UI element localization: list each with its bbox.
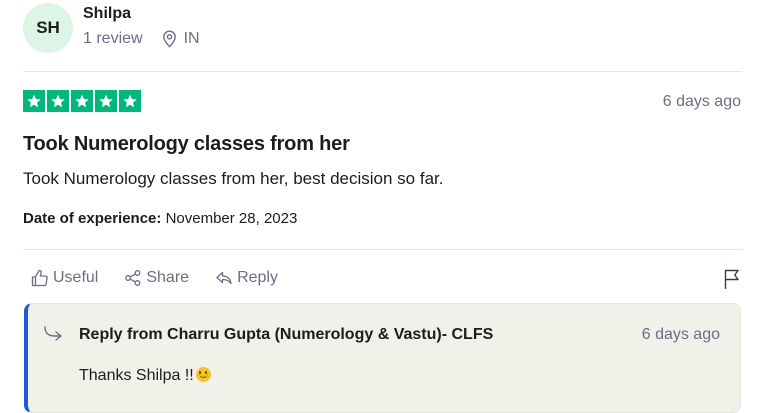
avatar[interactable]: SH [23, 3, 73, 53]
reply-text: Thanks Shilpa !! [79, 367, 194, 384]
review-count: 1 review [83, 30, 143, 47]
star-rating [23, 90, 141, 112]
reply-header: Reply from Charru Gupta (Numerology & Va… [79, 326, 494, 343]
divider [23, 71, 742, 72]
reviewer-name[interactable]: Shilpa [83, 5, 131, 23]
star-icon [95, 90, 117, 112]
star-icon [119, 90, 141, 112]
thumbs-up-icon [31, 269, 48, 287]
experience-label: Date of experience: [23, 210, 162, 227]
share-label: Share [146, 269, 190, 286]
reply-date: 6 days ago [641, 326, 720, 343]
useful-label: Useful [53, 269, 99, 286]
reply-arrow-icon [216, 271, 232, 285]
country-code: IN [183, 30, 200, 47]
report-flag-button[interactable] [723, 268, 741, 295]
company-reply: Reply from Charru Gupta (Numerology & Va… [24, 303, 741, 413]
reply-indicator-icon [44, 326, 62, 341]
divider [23, 249, 742, 250]
reply-label: Reply [237, 269, 278, 286]
star-icon [23, 90, 45, 112]
review-date: 6 days ago [662, 93, 741, 110]
review-actions: Useful Share Reply [31, 269, 278, 287]
experience-date: November 28, 2023 [165, 210, 298, 227]
share-button[interactable]: Share [124, 269, 189, 287]
review-title[interactable]: Took Numerology classes from her [23, 133, 350, 156]
smiling-face-emoji-icon [195, 367, 211, 382]
date-of-experience: Date of experience: November 28, 2023 [23, 210, 297, 227]
review-body: Took Numerology classes from her, best d… [23, 169, 444, 188]
reviewer-meta: 1 review IN [83, 30, 200, 48]
star-icon [47, 90, 69, 112]
star-icon [71, 90, 93, 112]
share-icon [125, 270, 141, 286]
location-pin-icon [162, 30, 176, 48]
flag-icon [724, 269, 739, 289]
reviewer-country: IN [162, 30, 200, 48]
reply-text-container: Thanks Shilpa !! [79, 367, 211, 385]
useful-button[interactable]: Useful [31, 269, 98, 287]
reply-button[interactable]: Reply [215, 269, 278, 287]
